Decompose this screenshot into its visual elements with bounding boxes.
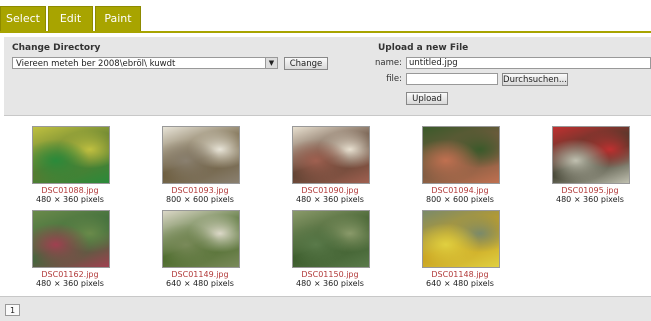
thumbnail-dimensions: 480 × 360 pixels <box>556 195 624 204</box>
upload-button[interactable]: Upload <box>406 92 448 105</box>
gallery-item[interactable]: DSC01148.jpg 640 × 480 pixels <box>410 210 510 290</box>
gallery-item[interactable]: DSC01150.jpg 480 × 360 pixels <box>280 210 380 290</box>
thumbnail-image[interactable] <box>292 126 370 184</box>
thumbnail-dimensions: 480 × 360 pixels <box>36 279 104 288</box>
gallery-item[interactable]: DSC01094.jpg 800 × 600 pixels <box>410 126 510 206</box>
gallery-item[interactable]: DSC01090.jpg 480 × 360 pixels <box>280 126 380 206</box>
thumbnail-filename[interactable]: DSC01148.jpg <box>410 270 510 279</box>
thumbnail-image[interactable] <box>552 126 630 184</box>
thumbnail-filename[interactable]: DSC01149.jpg <box>150 270 250 279</box>
image-gallery: DSC01088.jpg 480 × 360 pixels DSC01093.jpg… <box>0 118 651 296</box>
thumbnail-filename[interactable]: DSC01094.jpg <box>410 186 510 195</box>
chevron-down-icon[interactable]: ▼ <box>265 58 277 68</box>
thumbnail-image[interactable] <box>162 210 240 268</box>
name-label: name: <box>375 58 402 68</box>
filename-input[interactable]: untitled.jpg <box>406 57 651 69</box>
directory-select[interactable]: Viereen meteh ber 2008\ebröl\ kuwdt ▼ <box>12 57 278 69</box>
thumbnail-image[interactable] <box>162 126 240 184</box>
gallery-item[interactable]: DSC01088.jpg 480 × 360 pixels <box>20 126 120 206</box>
tab-paint[interactable]: Paint <box>95 6 141 31</box>
bottom-bar: 1 <box>0 296 651 321</box>
directory-select-value: Viereen meteh ber 2008\ebröl\ kuwdt <box>16 59 176 69</box>
tab-select[interactable]: Select <box>0 6 46 31</box>
thumbnail-image[interactable] <box>32 126 110 184</box>
thumbnail-dimensions: 640 × 480 pixels <box>166 279 234 288</box>
control-panel: Change Directory Viereen meteh ber 2008\… <box>4 37 651 116</box>
thumbnail-dimensions: 480 × 360 pixels <box>36 195 104 204</box>
thumbnail-dimensions: 800 × 600 pixels <box>426 195 494 204</box>
thumbnail-image[interactable] <box>422 210 500 268</box>
thumbnail-filename[interactable]: DSC01095.jpg <box>540 186 640 195</box>
thumbnail-image[interactable] <box>32 210 110 268</box>
tab-edit[interactable]: Edit <box>48 6 93 31</box>
gallery-item[interactable]: DSC01095.jpg 480 × 360 pixels <box>540 126 640 206</box>
thumbnail-dimensions: 800 × 600 pixels <box>166 195 234 204</box>
thumbnail-dimensions: 640 × 480 pixels <box>426 279 494 288</box>
browse-button[interactable]: Durchsuchen... <box>502 73 568 86</box>
file-input[interactable] <box>406 73 498 85</box>
change-button[interactable]: Change <box>284 57 328 70</box>
gallery-item[interactable]: DSC01149.jpg 640 × 480 pixels <box>150 210 250 290</box>
gallery-item[interactable]: DSC01162.jpg 480 × 360 pixels <box>20 210 120 290</box>
gallery-item[interactable]: DSC01093.jpg 800 × 600 pixels <box>150 126 250 206</box>
file-label: file: <box>386 74 402 84</box>
tab-bar: Select Edit Paint <box>0 0 651 33</box>
thumbnail-filename[interactable]: DSC01090.jpg <box>280 186 380 195</box>
thumbnail-filename[interactable]: DSC01093.jpg <box>150 186 250 195</box>
thumbnail-filename[interactable]: DSC01088.jpg <box>20 186 120 195</box>
upload-heading: Upload a new File <box>378 43 469 53</box>
thumbnail-filename[interactable]: DSC01150.jpg <box>280 270 380 279</box>
thumbnail-filename[interactable]: DSC01162.jpg <box>20 270 120 279</box>
tab-divider <box>0 31 651 33</box>
thumbnail-dimensions: 480 × 360 pixels <box>296 279 364 288</box>
thumbnail-dimensions: 480 × 360 pixels <box>296 195 364 204</box>
thumbnail-image[interactable] <box>292 210 370 268</box>
pager-button[interactable]: 1 <box>5 304 20 316</box>
change-directory-heading: Change Directory <box>12 43 101 53</box>
thumbnail-image[interactable] <box>422 126 500 184</box>
